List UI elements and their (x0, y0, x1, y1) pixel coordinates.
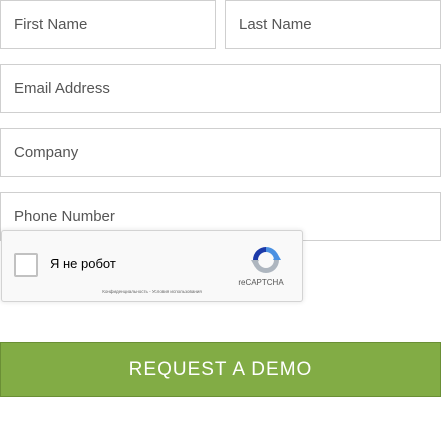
recaptcha-terms[interactable]: Конфиденциальность - Условия использован… (2, 289, 302, 294)
last-name-field[interactable]: Last Name (225, 0, 441, 49)
first-name-placeholder: First Name (14, 16, 88, 33)
email-placeholder: Email Address (14, 80, 110, 97)
request-demo-label: REQUEST A DEMO (128, 358, 313, 380)
demo-request-form: First Name Last Name Email Address Compa… (0, 0, 441, 422)
recaptcha-checkbox[interactable] (14, 253, 38, 277)
phone-placeholder: Phone Number (14, 208, 115, 225)
recaptcha-brand: reCAPTCHA (238, 278, 284, 287)
first-name-field[interactable]: First Name (0, 0, 216, 49)
recaptcha-logo-icon (251, 247, 281, 273)
last-name-placeholder: Last Name (239, 16, 312, 33)
recaptcha-widget: Я не робот reCAPTCHA Конфиденциальность … (1, 230, 303, 302)
recaptcha-label: Я не робот (50, 256, 116, 271)
email-field[interactable]: Email Address (0, 64, 441, 113)
request-demo-button[interactable]: REQUEST A DEMO (0, 342, 441, 397)
company-field[interactable]: Company (0, 128, 441, 177)
company-placeholder: Company (14, 144, 79, 161)
